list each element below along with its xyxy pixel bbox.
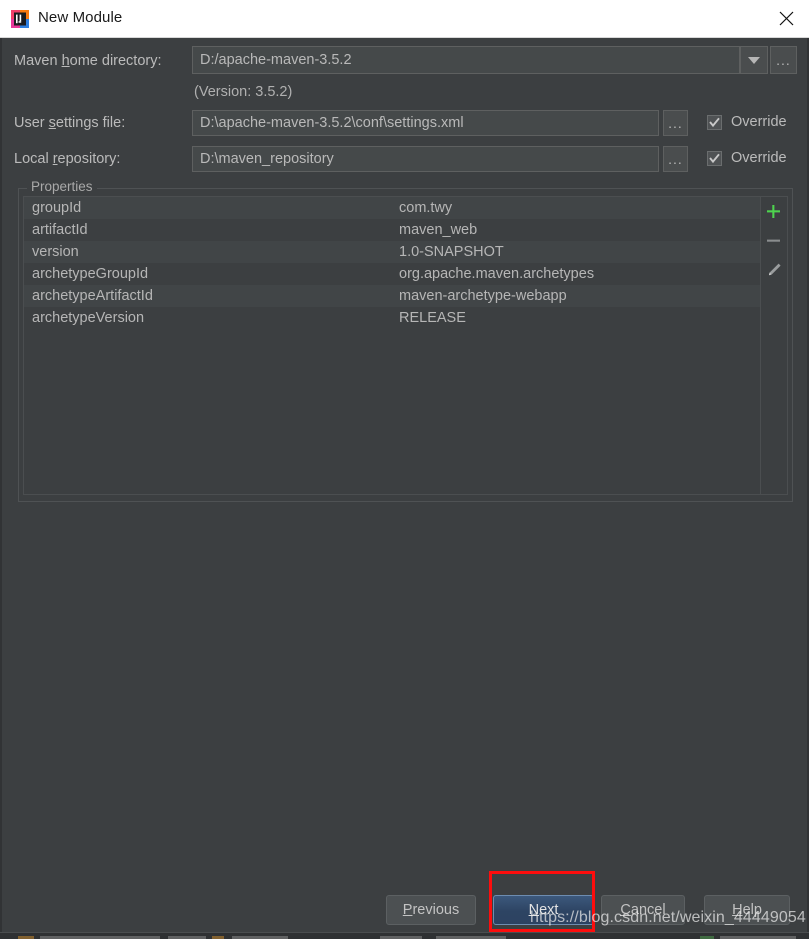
close-icon[interactable] — [763, 0, 809, 37]
property-key: artifactId — [32, 222, 88, 238]
checkbox-checked-icon — [707, 150, 722, 166]
watermark-url: https://blog.csdn.net/weixin_44449054 — [530, 909, 806, 926]
dialog-content: Maven home directory: D:/apache-maven-3.… — [0, 38, 809, 939]
add-property-button[interactable] — [760, 197, 787, 226]
previous-button[interactable]: Previous — [386, 895, 476, 925]
properties-group: Properties groupId com.twy artifactId maven… — [18, 179, 793, 502]
override-label: Override — [731, 114, 787, 130]
ellipsis-icon: ... — [668, 115, 683, 131]
property-key: archetypeGroupId — [32, 266, 149, 282]
checkbox-checked-icon — [707, 114, 722, 130]
override-label: Override — [731, 150, 787, 166]
title-bar: New Module — [0, 0, 809, 38]
maven-home-input[interactable]: D:/apache-maven-3.5.2 — [192, 46, 740, 74]
new-module-dialog: New Module Maven home directory: D:/apac… — [0, 0, 809, 939]
property-key: version — [32, 244, 79, 260]
local-repository-input[interactable]: D:\maven_repository — [192, 146, 659, 172]
maven-home-label: Maven home directory: — [14, 53, 162, 69]
property-key: groupId — [32, 200, 82, 216]
table-row[interactable]: groupId com.twy — [24, 197, 760, 219]
property-value: maven-archetype-webapp — [399, 288, 567, 304]
maven-home-browse-button[interactable]: ... — [770, 46, 797, 74]
properties-toolbar — [760, 197, 787, 494]
plus-icon — [767, 205, 780, 218]
property-value: maven_web — [399, 222, 478, 238]
property-key: archetypeArtifactId — [32, 288, 153, 304]
pencil-icon — [768, 263, 781, 275]
remove-property-button[interactable] — [760, 226, 787, 255]
bottom-taskbar-sliver — [0, 932, 809, 939]
property-value: com.twy — [399, 200, 453, 216]
maven-home-dropdown-button[interactable] — [740, 46, 768, 74]
table-row[interactable]: archetypeArtifactId maven-archetype-webap… — [24, 285, 760, 307]
user-settings-override-checkbox[interactable]: Override — [707, 114, 787, 130]
property-value: 1.0-SNAPSHOT — [399, 244, 504, 260]
property-value: RELEASE — [399, 310, 466, 326]
local-repository-override-checkbox[interactable]: Override — [707, 150, 787, 166]
minus-icon — [767, 239, 780, 242]
chevron-down-icon — [748, 56, 760, 64]
table-row[interactable]: archetypeVersion RELEASE — [24, 307, 760, 329]
intellij-idea-icon — [11, 10, 29, 28]
ellipsis-icon: ... — [668, 151, 683, 167]
properties-table[interactable]: groupId com.twy artifactId maven_webversion… — [24, 197, 761, 494]
edit-property-button[interactable] — [760, 255, 787, 284]
user-settings-input[interactable]: D:\apache-maven-3.5.2\conf\settings.xml — [192, 110, 659, 136]
property-value: org.apache.maven.archetypes — [399, 266, 595, 282]
property-key: archetypeVersion — [32, 310, 145, 326]
local-repository-label: Local repository: — [14, 151, 121, 167]
properties-panel: groupId com.twy artifactId maven_webversion… — [23, 196, 788, 495]
user-settings-label: User settings file: — [14, 115, 126, 131]
user-settings-browse-button[interactable]: ... — [663, 110, 688, 136]
table-row[interactable]: archetypeGroupId org.apache.maven.archety… — [24, 263, 760, 285]
maven-version-note: (Version: 3.5.2) — [194, 84, 293, 100]
local-repository-browse-button[interactable]: ... — [663, 146, 688, 172]
properties-legend: Properties — [27, 179, 97, 194]
ellipsis-icon: ... — [776, 52, 791, 68]
table-row[interactable]: version 1.0-SNAPSHOT — [24, 241, 760, 263]
window-title: New Module — [38, 9, 123, 26]
table-row[interactable]: artifactId maven_web — [24, 219, 760, 241]
